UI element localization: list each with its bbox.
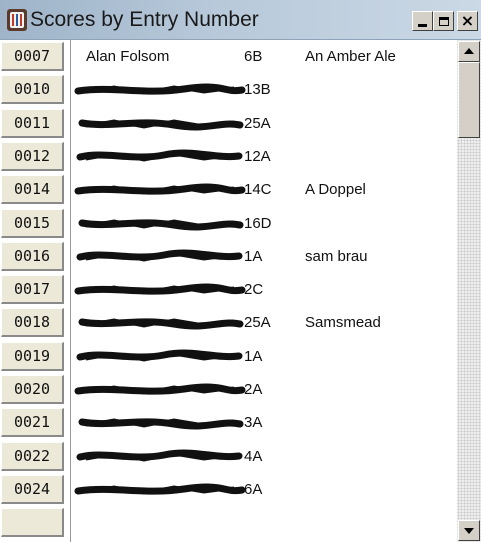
title-bar[interactable]: Scores by Entry Number × <box>0 0 481 40</box>
list-item[interactable] <box>0 506 457 539</box>
redacted-name <box>78 318 244 330</box>
entry-number-button[interactable]: 0016 <box>1 241 64 271</box>
list-item[interactable]: 0018 25A Samsmead <box>0 306 457 339</box>
scroll-thumb[interactable] <box>458 62 480 138</box>
beer-name: An Amber Ale <box>305 48 396 65</box>
category-code: 4A <box>244 447 263 465</box>
category-code: 2C <box>244 281 264 299</box>
redacted-name <box>78 418 244 430</box>
entry-number-button[interactable]: 0024 <box>1 474 64 504</box>
minimize-icon <box>418 24 427 27</box>
entry-number-button[interactable]: 0019 <box>1 341 64 371</box>
list-item[interactable]: 0010 13B <box>0 73 457 106</box>
category-code: 2A <box>244 381 263 398</box>
redacted-name <box>76 249 243 262</box>
entrant-name: Alan Folsom <box>86 48 170 65</box>
category-code: 6B <box>244 48 263 65</box>
redacted-name <box>78 218 244 230</box>
entry-number-button[interactable]: 0022 <box>1 441 64 471</box>
list-item[interactable]: 0020 2A <box>0 373 457 406</box>
close-icon: × <box>460 11 475 30</box>
redacted-name <box>74 483 246 495</box>
entry-number-button[interactable]: 0007 <box>1 42 64 71</box>
entry-number-button[interactable]: 0021 <box>1 408 64 438</box>
list-item[interactable]: 0015 16D <box>0 207 457 240</box>
app-icon[interactable] <box>6 8 28 32</box>
scroll-up-arrow-icon <box>464 48 474 54</box>
entry-number-button[interactable]: 0020 <box>1 375 64 404</box>
close-button[interactable]: × <box>457 11 478 31</box>
window-title: Scores by Entry Number <box>30 8 259 31</box>
redacted-name <box>76 349 243 362</box>
entry-number-button[interactable] <box>1 508 64 538</box>
beer-name: Samsmead <box>305 314 381 332</box>
category-code: 6A <box>244 480 263 498</box>
list-item[interactable]: 0022 4A <box>0 440 457 473</box>
category-code: 25A <box>244 314 271 332</box>
entry-number-button[interactable]: 0010 <box>1 75 64 105</box>
redacted-name <box>74 283 246 295</box>
category-code: 1A <box>244 347 263 365</box>
scroll-down-button[interactable] <box>458 520 480 541</box>
list-item[interactable]: 0017 2C <box>0 273 457 306</box>
entry-number-button[interactable]: 0012 <box>1 141 64 171</box>
entry-number-button[interactable]: 0015 <box>1 208 64 238</box>
list-item[interactable]: 0021 3A <box>0 406 457 439</box>
redacted-name <box>74 83 246 95</box>
list-item[interactable]: 0024 6A <box>0 473 457 506</box>
redacted-name <box>74 383 246 395</box>
scores-list: 0007 Alan Folsom 6B An Amber Ale 0010 13B 0011… <box>0 40 457 542</box>
scroll-up-button[interactable] <box>458 41 480 62</box>
vertical-scrollbar[interactable] <box>457 40 481 542</box>
category-code: 1A <box>244 247 263 265</box>
list-item[interactable]: 0016 1A sam brau <box>0 240 457 273</box>
category-code: 13B <box>244 81 271 99</box>
category-code: 25A <box>244 114 271 132</box>
list-item[interactable]: 0012 12A <box>0 140 457 173</box>
scores-window: Scores by Entry Number × 0007 Alan Folsom… <box>0 0 481 542</box>
redacted-name <box>74 183 246 195</box>
redacted-name <box>76 449 243 462</box>
entry-number-button[interactable]: 0017 <box>1 275 64 305</box>
beer-name: A Doppel <box>305 181 366 199</box>
entry-number-button[interactable]: 0011 <box>1 108 64 138</box>
list-item[interactable]: 0007 Alan Folsom 6B An Amber Ale <box>0 40 457 73</box>
scroll-down-arrow-icon <box>464 528 474 534</box>
minimize-button[interactable] <box>412 11 433 31</box>
redacted-name <box>78 118 244 131</box>
beer-name: sam brau <box>305 247 368 265</box>
maximize-icon <box>438 16 449 26</box>
list-item[interactable]: 0014 14C A Doppel <box>0 173 457 206</box>
maximize-button[interactable] <box>433 11 454 31</box>
list-item[interactable]: 0011 25A <box>0 107 457 140</box>
category-code: 14C <box>244 181 272 199</box>
entry-number-button[interactable]: 0014 <box>1 175 64 205</box>
redacted-name <box>76 149 243 162</box>
category-code: 16D <box>244 214 272 232</box>
entry-number-button[interactable]: 0018 <box>1 308 64 338</box>
category-code: 3A <box>244 414 263 432</box>
category-code: 12A <box>244 147 271 165</box>
list-item[interactable]: 0019 1A <box>0 340 457 373</box>
